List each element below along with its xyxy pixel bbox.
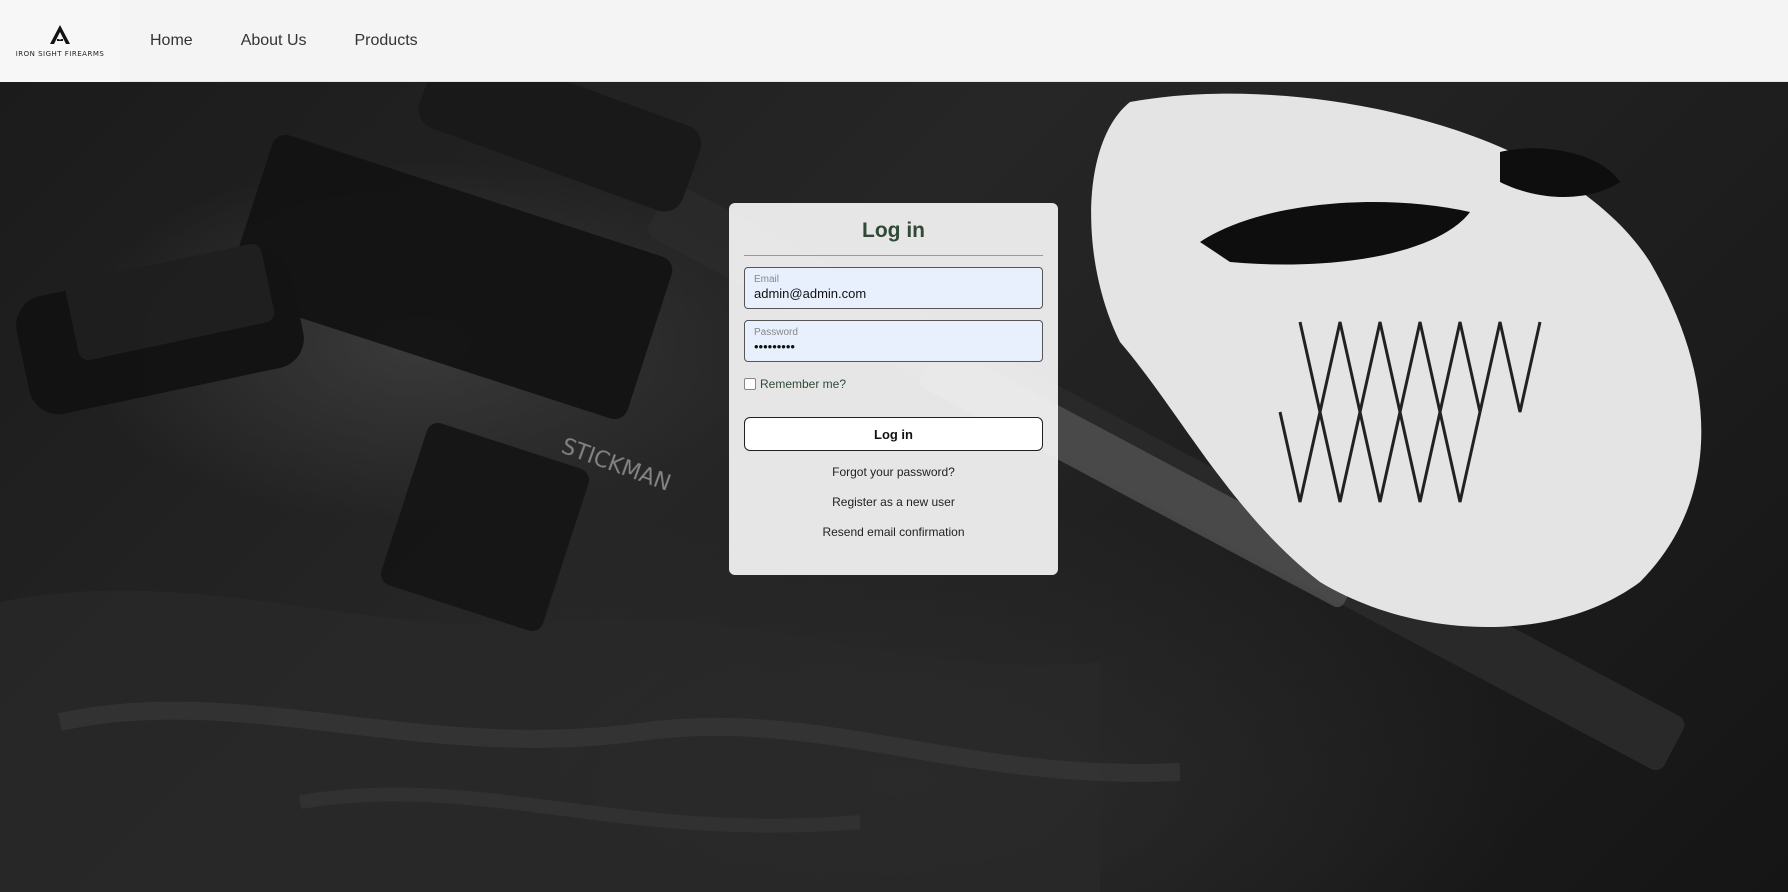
email-label: Email <box>754 274 780 285</box>
email-field[interactable]: Email admin@admin.com <box>744 267 1043 309</box>
nav-about-us[interactable]: About Us <box>241 32 307 50</box>
login-button[interactable]: Log in <box>744 417 1043 451</box>
nav-links: Home About Us Products <box>150 32 466 50</box>
password-field[interactable]: Password ••••••••• <box>744 320 1043 362</box>
password-value[interactable]: ••••••••• <box>754 339 1033 355</box>
resend-confirmation-link[interactable]: Resend email confirmation <box>744 525 1043 540</box>
login-title: Log in <box>862 219 925 242</box>
account-links: Forgot your password? Register as a new … <box>744 465 1043 540</box>
password-label: Password <box>754 327 798 338</box>
nav-products[interactable]: Products <box>355 32 418 50</box>
register-link[interactable]: Register as a new user <box>744 495 1043 510</box>
crosshair-a-logo-icon <box>50 24 70 44</box>
login-card: Log in Email admin@admin.com Password ••… <box>729 203 1058 575</box>
brand-name: IRON SIGHT FIREARMS <box>15 49 105 58</box>
remember-me-label[interactable]: Remember me? <box>760 377 846 391</box>
forgot-password-link[interactable]: Forgot your password? <box>744 465 1043 480</box>
nav-home[interactable]: Home <box>150 32 193 50</box>
mask-shape <box>1091 93 1702 627</box>
top-navbar: IRON SIGHT FIREARMS Home About Us Produc… <box>0 0 1788 82</box>
brand-logo[interactable]: IRON SIGHT FIREARMS <box>0 0 120 82</box>
title-divider <box>744 255 1043 256</box>
remember-me-checkbox[interactable] <box>744 378 756 390</box>
remember-me-row[interactable]: Remember me? <box>744 376 1043 392</box>
hero-background: STICKMAN Log in Email admin@admin.com Pa… <box>0 82 1788 892</box>
email-value[interactable]: admin@admin.com <box>754 286 1033 302</box>
